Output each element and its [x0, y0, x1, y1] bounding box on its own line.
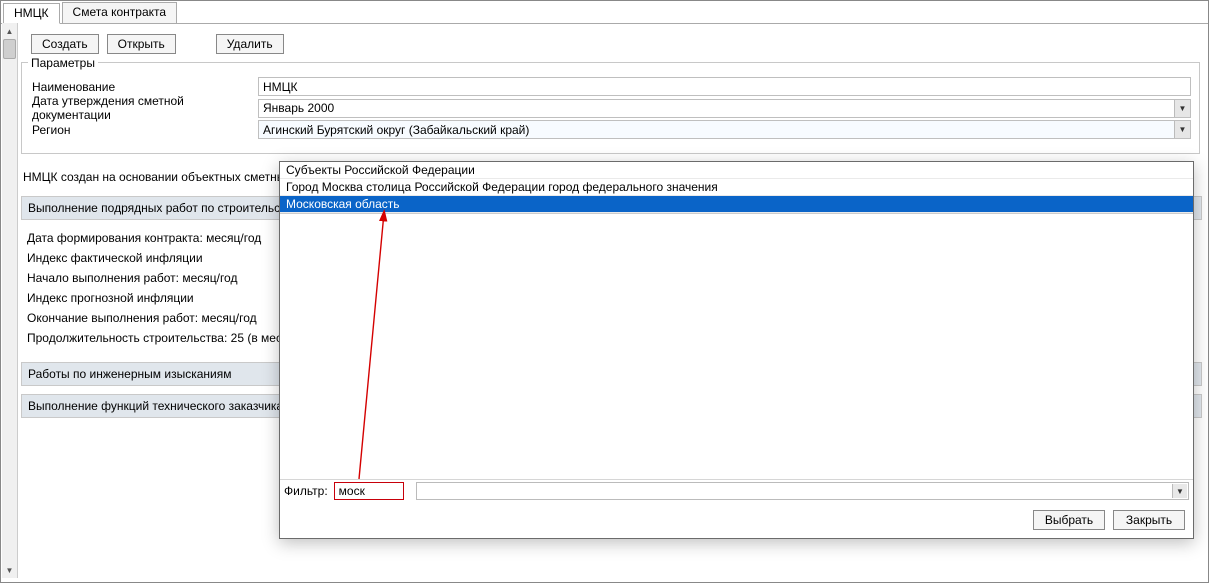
- region-dropdown-icon[interactable]: ▼: [1174, 121, 1190, 138]
- date-dropdown-icon[interactable]: ▼: [1174, 100, 1190, 117]
- filter-input[interactable]: [334, 482, 404, 500]
- create-button[interactable]: Создать: [31, 34, 99, 54]
- region-item-moscow-oblast[interactable]: Московская область: [280, 196, 1193, 213]
- region-list: Субъекты Российской Федерации Город Моск…: [280, 162, 1193, 214]
- select-button[interactable]: Выбрать: [1033, 510, 1105, 530]
- toolbar: Создать Открыть Удалить: [21, 24, 1202, 62]
- region-popup-buttons: Выбрать Закрыть: [280, 502, 1193, 538]
- region-filter-row: Фильтр: ▼: [280, 479, 1193, 502]
- delete-button[interactable]: Удалить: [216, 34, 284, 54]
- region-label: Регион: [30, 123, 258, 137]
- params-legend: Параметры: [28, 56, 98, 70]
- region-input[interactable]: [258, 120, 1191, 139]
- date-label: Дата утверждения сметной документации: [30, 94, 258, 122]
- open-button[interactable]: Открыть: [107, 34, 176, 54]
- region-dropdown-popup: Субъекты Российской Федерации Город Моск…: [279, 161, 1194, 539]
- region-item-moscow-city[interactable]: Город Москва столица Российской Федераци…: [280, 179, 1193, 196]
- region-list-blank: [280, 214, 1193, 479]
- tab-contract-estimate[interactable]: Смета контракта: [62, 2, 178, 23]
- tab-bar: НМЦК Смета контракта: [1, 1, 1208, 24]
- filter-combo-icon[interactable]: ▼: [1172, 484, 1187, 498]
- params-fieldset: Параметры Наименование Дата утверждения …: [21, 62, 1200, 154]
- filter-label: Фильтр:: [284, 484, 328, 498]
- name-input[interactable]: [258, 77, 1191, 96]
- name-label: Наименование: [30, 80, 258, 94]
- filter-combo[interactable]: ▼: [416, 482, 1189, 500]
- tab-nmck[interactable]: НМЦК: [3, 3, 60, 24]
- close-button[interactable]: Закрыть: [1113, 510, 1185, 530]
- date-input[interactable]: [258, 99, 1191, 118]
- region-item-subjects[interactable]: Субъекты Российской Федерации: [280, 162, 1193, 179]
